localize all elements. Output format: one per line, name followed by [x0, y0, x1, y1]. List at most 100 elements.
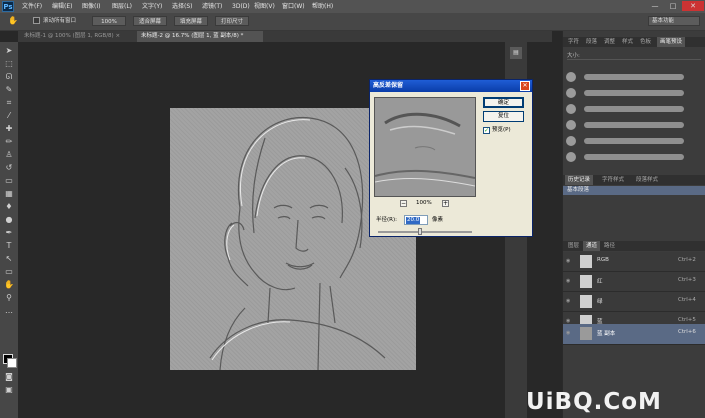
- close-window-button[interactable]: ✕: [682, 1, 704, 11]
- radius-value: 20.0: [406, 217, 421, 224]
- channel-shortcut: Ctrl+6: [678, 329, 696, 335]
- preview-image: [375, 98, 475, 196]
- fill-screen-button[interactable]: 填充屏幕: [174, 16, 208, 26]
- crop-tool-icon[interactable]: ⌗: [3, 98, 15, 108]
- menu-3d[interactable]: 3D(D): [232, 2, 250, 11]
- pen-tool-icon[interactable]: ✒: [3, 228, 15, 238]
- channel-name: 红: [597, 279, 603, 285]
- background-color-swatch[interactable]: [7, 358, 17, 368]
- eye-icon[interactable]: ◉: [566, 318, 571, 324]
- radius-slider-thumb[interactable]: [418, 228, 423, 235]
- path-select-icon[interactable]: ↖: [3, 254, 15, 264]
- doc-tab-1[interactable]: 未标题-1 @ 100% (图层 1, RGB/8) ×: [20, 31, 135, 42]
- minimize-button[interactable]: —: [646, 1, 664, 11]
- lasso-tool-icon[interactable]: ᘏ: [3, 72, 15, 82]
- channel-shortcut: Ctrl+5: [678, 317, 696, 323]
- brush-preset[interactable]: [566, 104, 700, 114]
- brush-tool-icon[interactable]: ✏: [3, 137, 15, 147]
- menu-layer[interactable]: 图层(L): [112, 2, 132, 11]
- eye-icon[interactable]: ◉: [566, 258, 571, 264]
- tab-history[interactable]: 历史记录: [565, 175, 594, 185]
- options-bar: ✋ 滚动所有窗口 100% 适合屏幕 填充屏幕 打印尺寸 基本功能: [0, 13, 705, 31]
- doc-tab-2[interactable]: 未标题-2 @ 16.7% (图层 1, 蓝 副本/8) *: [137, 31, 263, 42]
- menu-window[interactable]: 窗口(W): [282, 2, 305, 11]
- shape-tool-icon[interactable]: ▭: [3, 267, 15, 277]
- tab-adjustments[interactable]: 调整: [601, 37, 618, 47]
- channel-shortcut: Ctrl+3: [678, 277, 696, 283]
- screen-mode-icon[interactable]: ▣: [3, 385, 15, 395]
- healing-brush-icon[interactable]: ✚: [3, 124, 15, 134]
- menu-filter[interactable]: 滤镜(T): [202, 2, 222, 11]
- ok-button[interactable]: 确定: [483, 97, 524, 108]
- photoshop-logo: Ps: [2, 1, 14, 12]
- brush-size-label: 大小:: [567, 53, 580, 59]
- radius-label: 半径(R):: [376, 217, 397, 223]
- tab-channels[interactable]: 通道: [583, 241, 601, 251]
- brush-preset[interactable]: [566, 136, 700, 146]
- eye-icon[interactable]: ◉: [566, 298, 571, 304]
- history-item[interactable]: 基本段落: [563, 186, 705, 195]
- history-brush-icon[interactable]: ↺: [3, 163, 15, 173]
- preview-area[interactable]: [374, 97, 476, 197]
- channel-row-rgb[interactable]: ◉ RGB Ctrl+2: [563, 252, 705, 272]
- brush-preset[interactable]: [566, 152, 700, 162]
- eraser-tool-icon[interactable]: ▭: [3, 176, 15, 186]
- marquee-tool-icon[interactable]: ⬚: [3, 59, 15, 69]
- fit-screen-button[interactable]: 适合屏幕: [133, 16, 167, 26]
- radius-slider-track[interactable]: [378, 231, 472, 233]
- tab-brush-presets[interactable]: 画笔预设: [657, 37, 686, 47]
- more-tools-icon[interactable]: …: [3, 306, 15, 316]
- zoom-tool-icon[interactable]: ⚲: [3, 293, 15, 303]
- menu-view[interactable]: 视图(V): [254, 2, 275, 11]
- menu-help[interactable]: 帮助(H): [312, 2, 333, 11]
- tab-paragraph[interactable]: 段落: [583, 37, 600, 47]
- clone-stamp-icon[interactable]: ♙: [3, 150, 15, 160]
- menu-select[interactable]: 选择(S): [172, 2, 193, 11]
- menu-type[interactable]: 文字(Y): [142, 2, 162, 11]
- brush-preset[interactable]: [566, 72, 700, 82]
- channel-row-green[interactable]: ◉ 绿 Ctrl+4: [563, 292, 705, 312]
- menu-edit[interactable]: 编辑(E): [52, 2, 72, 11]
- print-size-button[interactable]: 打印尺寸: [215, 16, 249, 26]
- hand-tool-icon[interactable]: ✋: [3, 280, 15, 290]
- menu-image[interactable]: 图像(I): [82, 2, 100, 11]
- reset-button[interactable]: 复位: [483, 111, 524, 122]
- eye-icon[interactable]: ◉: [566, 330, 571, 336]
- tab-char-styles[interactable]: 字符样式: [599, 175, 627, 185]
- preview-label: 预览(P): [492, 127, 511, 133]
- zoom-in-button[interactable]: +: [442, 200, 449, 207]
- gradient-tool-icon[interactable]: ▦: [3, 189, 15, 199]
- actual-pixels-button[interactable]: 100%: [92, 16, 126, 26]
- workspace-select[interactable]: 基本功能: [648, 16, 700, 26]
- blur-tool-icon[interactable]: ♦: [3, 202, 15, 212]
- maximize-button[interactable]: □: [664, 1, 682, 11]
- menu-file[interactable]: 文件(F): [22, 2, 42, 11]
- channel-row-blue-copy[interactable]: ◉ 蓝 副本 Ctrl+6: [563, 324, 705, 345]
- channel-thumbnail: [580, 327, 592, 340]
- move-tool-icon[interactable]: ➤: [3, 46, 15, 56]
- brush-preset[interactable]: [566, 88, 700, 98]
- zoom-out-button[interactable]: −: [400, 200, 407, 207]
- type-tool-icon[interactable]: T: [3, 241, 15, 251]
- preview-checkbox[interactable]: ✓: [483, 127, 490, 134]
- eye-icon[interactable]: ◉: [566, 278, 571, 284]
- scroll-all-label: 滚动所有窗口: [43, 18, 77, 24]
- history-panel-icon[interactable]: ▤: [510, 47, 522, 59]
- channel-thumbnail: [580, 295, 592, 308]
- tab-character[interactable]: 字符: [565, 37, 582, 47]
- tab-paths[interactable]: 路径: [601, 241, 618, 251]
- quick-select-tool-icon[interactable]: ✎: [3, 85, 15, 95]
- radius-input[interactable]: 20.0: [404, 215, 428, 225]
- tab-styles[interactable]: 样式: [619, 37, 636, 47]
- tab-swatches[interactable]: 色板: [637, 37, 654, 47]
- brush-preset[interactable]: [566, 120, 700, 130]
- dodge-tool-icon[interactable]: ●: [3, 215, 15, 225]
- close-icon[interactable]: ✕: [520, 81, 530, 91]
- site-watermark: UiBQ.CoM: [526, 389, 662, 415]
- quick-mask-icon[interactable]: ◙: [3, 372, 15, 382]
- eyedropper-tool-icon[interactable]: ⁄: [3, 111, 15, 121]
- scroll-all-checkbox[interactable]: [33, 17, 40, 24]
- tab-layers[interactable]: 图层: [565, 241, 582, 251]
- channel-row-red[interactable]: ◉ 红 Ctrl+3: [563, 272, 705, 292]
- tab-para-styles[interactable]: 段落样式: [633, 175, 661, 185]
